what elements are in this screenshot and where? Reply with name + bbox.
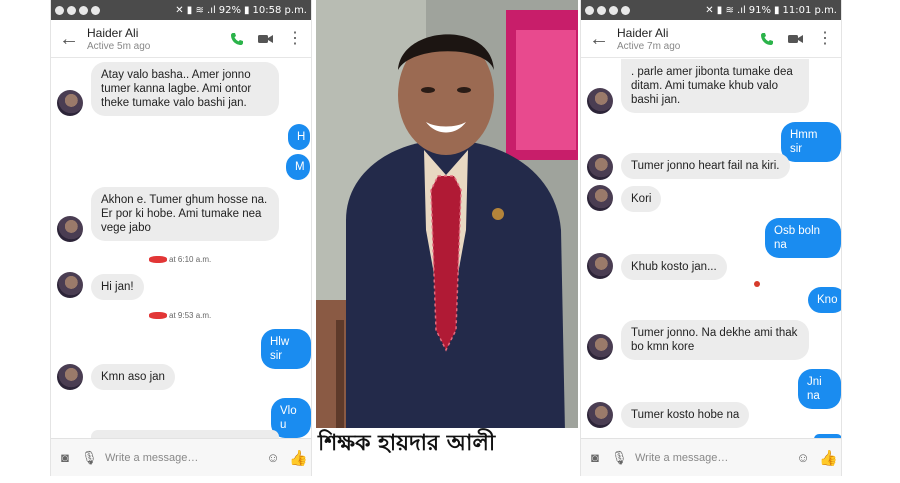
more-icon[interactable]: ⋮ [817, 30, 833, 47]
notification-icons [585, 5, 630, 15]
contact-avatar [587, 88, 613, 114]
message-outgoing: Hlw sir [261, 329, 311, 369]
message-thread: . parle amer jibonta tumake dea ditam. A… [581, 58, 841, 438]
right-phone-screen: ✕ ▮ ≋ .ıl 91% ▮ 11:01 p.m. ← Haider Ali … [580, 0, 842, 476]
contact-avatar [587, 253, 613, 279]
message-incoming: . parle amer jibonta tumake dea ditam. A… [621, 59, 809, 113]
message-incoming: Akhon e. Tumer ghum hosse na. Er por ki … [91, 187, 279, 241]
camera-icon[interactable]: ◙ [587, 450, 603, 465]
contact-avatar [57, 216, 83, 242]
back-arrow-icon[interactable]: ← [51, 20, 87, 58]
battery-level: 91% [748, 4, 772, 16]
message-outgoing: Kno [808, 287, 841, 313]
more-icon[interactable]: ⋮ [287, 30, 303, 47]
mic-icon[interactable]: 🎙 [611, 450, 628, 466]
battery-icon: ▮ [244, 4, 250, 16]
notification-icons [55, 5, 100, 15]
message-outgoing: Hmm sir [781, 122, 841, 162]
video-icon[interactable] [788, 33, 803, 45]
battery-level: 92% [218, 4, 242, 16]
chat-header: ← Haider Ali Active 7m ago ⋮ [581, 20, 841, 58]
message-outgoing: H [288, 124, 310, 150]
message-composer: ◙ 🎙 Write a message… ☺ 👍 [581, 438, 841, 476]
camera-icon[interactable]: ◙ [57, 450, 73, 465]
message-incoming-partial [91, 430, 279, 438]
message-timestamp: at 6:10 a.m. [149, 255, 211, 264]
contact-info[interactable]: Haider Ali Active 7m ago [617, 25, 760, 52]
back-arrow-icon[interactable]: ← [581, 20, 617, 58]
photo-caption: শিক্ষক হায়দার আলী [316, 428, 578, 483]
screenshot-collage: ✕ ▮ ≋ .ıl 92% ▮ 10:58 p.m. ← Haider Ali … [0, 0, 900, 483]
like-icon[interactable]: 👍 [819, 449, 838, 467]
message-incoming: Kmn aso jan [91, 364, 175, 390]
message-incoming: Tumer jonno heart fail na kiri. [621, 153, 790, 179]
message-outgoing: M [286, 154, 310, 180]
contact-avatar [587, 154, 613, 180]
portrait-illustration [316, 0, 578, 483]
message-timestamp: at 9:53 a.m. [149, 311, 211, 320]
contact-avatar [587, 185, 613, 211]
contact-active-status: Active 5m ago [87, 41, 151, 52]
phone-icon[interactable] [230, 32, 244, 46]
message-composer: ◙ 🎙 Write a message… ☺ 👍 [51, 438, 311, 476]
message-outgoing: Jni na [798, 369, 841, 409]
message-incoming: Khub kosto jan... [621, 254, 727, 280]
message-incoming: Kori [621, 186, 662, 212]
phone-icon[interactable] [760, 32, 774, 46]
contact-name: Haider Ali [617, 26, 669, 40]
clock: 10:58 p.m. [252, 4, 307, 16]
contact-avatar [57, 272, 83, 298]
message-incoming: Tumer jonno. Na dekhe ami thak bo kmn ko… [621, 320, 809, 360]
message-incoming: Atay valo basha.. Amer jonno tumer kanna… [91, 62, 279, 116]
contact-avatar [57, 90, 83, 116]
mic-icon[interactable]: 🎙 [81, 450, 98, 466]
message-incoming: Hi jan! [91, 274, 144, 300]
battery-icon: ▮ [774, 4, 780, 16]
contact-name: Haider Ali [87, 26, 139, 40]
message-incoming: Tumer kosto hobe na [621, 402, 750, 428]
status-bar: ✕ ▮ ≋ .ıl 91% ▮ 11:01 p.m. [581, 0, 841, 20]
red-dot-mark [754, 281, 760, 287]
like-icon[interactable]: 👍 [289, 449, 308, 467]
clock: 11:01 p.m. [782, 4, 837, 16]
status-right: ✕ ▮ ≋ .ıl 92% ▮ 10:58 p.m. [175, 5, 307, 16]
contact-avatar [587, 402, 613, 428]
emoji-icon[interactable]: ☺ [265, 450, 281, 465]
message-input[interactable]: Write a message… [635, 452, 787, 464]
signal-icon: ✕ ▮ ≋ .ıl [705, 4, 746, 16]
contact-avatar [587, 334, 613, 360]
message-outgoing: Osb boln na [765, 218, 841, 258]
message-thread: Atay valo basha.. Amer jonno tumer kanna… [51, 58, 311, 438]
message-input[interactable]: Write a message… [105, 452, 257, 464]
left-phone-screen: ✕ ▮ ≋ .ıl 92% ▮ 10:58 p.m. ← Haider Ali … [50, 0, 312, 476]
chat-header: ← Haider Ali Active 5m ago ⋮ [51, 20, 311, 58]
emoji-icon[interactable]: ☺ [795, 450, 811, 465]
video-icon[interactable] [258, 33, 273, 45]
signal-icon: ✕ ▮ ≋ .ıl [175, 4, 216, 16]
contact-active-status: Active 7m ago [617, 41, 681, 52]
contact-info[interactable]: Haider Ali Active 5m ago [87, 25, 230, 52]
portrait-photo [316, 0, 578, 483]
redaction-mark [149, 256, 167, 264]
status-right: ✕ ▮ ≋ .ıl 91% ▮ 11:01 p.m. [705, 5, 837, 16]
contact-avatar [57, 364, 83, 390]
redaction-mark [149, 312, 167, 320]
status-bar: ✕ ▮ ≋ .ıl 92% ▮ 10:58 p.m. [51, 0, 311, 20]
